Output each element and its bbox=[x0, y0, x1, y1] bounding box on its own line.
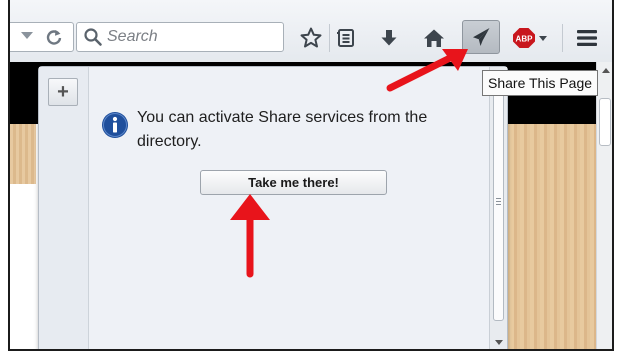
reading-list-icon bbox=[337, 29, 354, 47]
dropmarker-icon[interactable] bbox=[21, 32, 33, 39]
toolbar-separator bbox=[562, 24, 563, 52]
bookmark-star-icon bbox=[300, 27, 322, 48]
browser-window: ABP + You can activate Share bbox=[8, 0, 614, 351]
download-button[interactable] bbox=[375, 24, 403, 52]
download-icon bbox=[381, 30, 397, 46]
home-button[interactable] bbox=[420, 24, 448, 52]
info-icon bbox=[102, 112, 128, 138]
take-me-there-button[interactable]: Take me there! bbox=[200, 170, 387, 195]
scrollbar-grip-icon bbox=[496, 198, 501, 205]
share-panel: + You can activate Share services from t… bbox=[38, 66, 508, 349]
toolbar-separator bbox=[329, 24, 330, 52]
search-input[interactable] bbox=[107, 27, 277, 47]
adblock-plus-label: ABP bbox=[516, 35, 534, 44]
reload-icon[interactable] bbox=[43, 27, 65, 49]
scroll-down-icon[interactable] bbox=[495, 340, 503, 345]
adblock-plus-button[interactable]: ABP bbox=[512, 24, 550, 52]
scrollbar-thumb[interactable] bbox=[493, 89, 504, 321]
share-tooltip: Share This Page bbox=[482, 70, 599, 96]
reading-list-button[interactable] bbox=[332, 24, 360, 52]
add-share-provider-button[interactable]: + bbox=[48, 78, 78, 106]
url-bar[interactable] bbox=[10, 22, 74, 52]
share-providers-sidebar: + bbox=[39, 67, 89, 349]
scroll-up-icon[interactable] bbox=[602, 68, 610, 73]
search-icon bbox=[84, 28, 102, 46]
share-icon bbox=[473, 28, 490, 46]
share-page-button[interactable] bbox=[462, 20, 500, 54]
page-wood-texture bbox=[500, 124, 596, 349]
scrollbar-thumb[interactable] bbox=[599, 98, 611, 146]
panel-scrollbar[interactable] bbox=[489, 67, 507, 349]
bookmark-star-button[interactable] bbox=[297, 24, 325, 52]
adblock-plus-icon: ABP bbox=[513, 28, 547, 48]
navigation-toolbar: ABP bbox=[10, 0, 612, 63]
menu-icon bbox=[577, 30, 597, 46]
menu-button[interactable] bbox=[573, 24, 601, 52]
share-services-message: You can activate Share services from the… bbox=[137, 109, 428, 150]
chevron-down-icon bbox=[539, 36, 547, 41]
page-scrollbar[interactable] bbox=[596, 62, 612, 349]
home-icon bbox=[424, 29, 444, 47]
page-wood-texture bbox=[10, 124, 36, 184]
search-bar[interactable] bbox=[76, 22, 284, 52]
